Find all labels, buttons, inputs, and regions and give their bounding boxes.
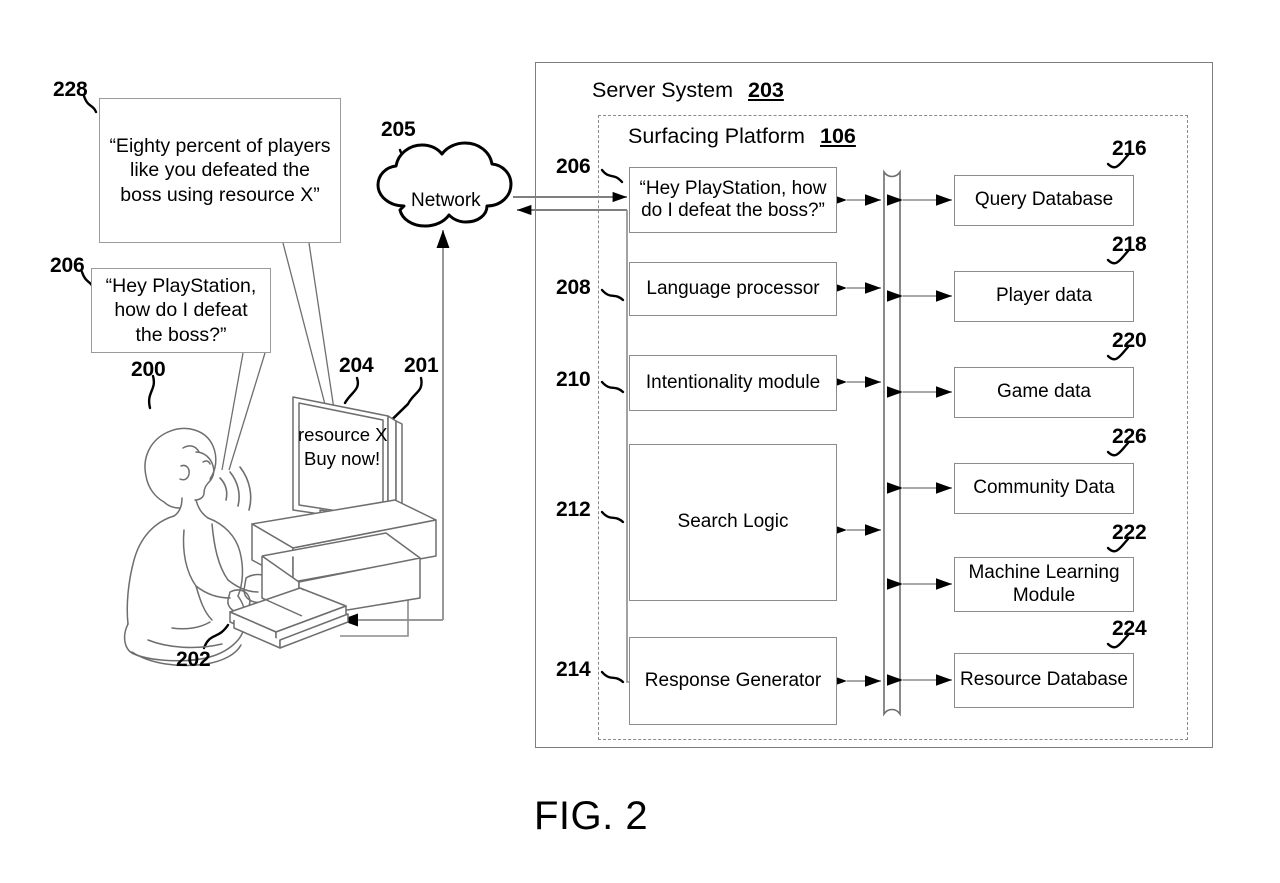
ref-222: 222 (1112, 521, 1147, 544)
query-speech-bubble: “Hey PlayStation, how do I defeat the bo… (91, 268, 271, 353)
surfacing-platform-ref: 106 (820, 124, 856, 148)
ref-210: 210 (556, 368, 591, 391)
store-game-data[interactable]: Game data (954, 367, 1134, 418)
module-search-logic[interactable]: Search Logic (629, 444, 837, 601)
server-system-title: Server System (592, 78, 733, 102)
store-community-data[interactable]: Community Data (954, 463, 1134, 514)
module-language-processor[interactable]: Language processor (629, 262, 837, 316)
ref-218: 218 (1112, 233, 1147, 256)
ref-220: 220 (1112, 329, 1147, 352)
ref-226: 226 (1112, 425, 1147, 448)
ref-214: 214 (556, 658, 591, 681)
ref-216: 216 (1112, 137, 1147, 160)
store-player-data[interactable]: Player data (954, 271, 1134, 322)
tv-screen-line-1: resource X (298, 424, 388, 445)
ref-205-network: 205 (381, 118, 416, 141)
store-resource-database[interactable]: Resource Database (954, 653, 1134, 708)
module-response-generator[interactable]: Response Generator (629, 637, 837, 725)
ref-206-user: 206 (50, 254, 85, 277)
store-query-database[interactable]: Query Database (954, 175, 1134, 226)
ref-201-display: 201 (404, 354, 439, 377)
ref-202-console: 202 (176, 648, 211, 671)
figure-canvas: Server System 203 Surfacing Platform 106… (0, 0, 1280, 883)
network-label: Network (411, 190, 481, 211)
ref-224: 224 (1112, 617, 1147, 640)
ref-200-player: 200 (131, 358, 166, 381)
figure-caption: FIG. 2 (534, 794, 649, 838)
ref-212: 212 (556, 498, 591, 521)
surfacing-platform-title: Surfacing Platform (628, 124, 805, 148)
ref-208: 208 (556, 276, 591, 299)
server-system-ref: 203 (748, 78, 784, 102)
tv-screen-line-2: Buy now! (304, 448, 381, 469)
ref-204-screen-content: 204 (339, 354, 374, 377)
response-speech-bubble: “Eighty percent of players like you defe… (99, 98, 341, 243)
ref-206-server: 206 (556, 155, 591, 178)
module-intentionality[interactable]: Intentionality module (629, 355, 837, 411)
module-query-text[interactable]: “Hey PlayStation, how do I defeat the bo… (629, 167, 837, 233)
store-machine-learning-module[interactable]: Machine Learning Module (954, 557, 1134, 612)
ref-228: 228 (53, 78, 88, 101)
